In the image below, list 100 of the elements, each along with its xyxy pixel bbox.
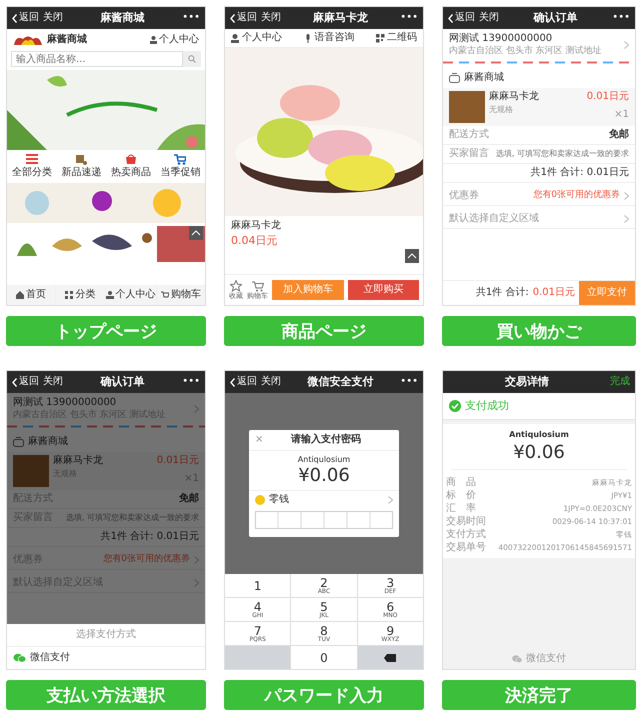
- status-text: 支付成功: [465, 399, 509, 413]
- payment-amount: ¥0.06: [249, 465, 399, 491]
- back-chevron-icon: [448, 14, 453, 22]
- close-link[interactable]: 关闭: [261, 12, 281, 24]
- back-link[interactable]: 返回: [448, 12, 475, 24]
- scroll-top-button[interactable]: [189, 226, 203, 240]
- item-quantity: ×1: [614, 108, 629, 121]
- category-item[interactable]: 当季促销: [160, 154, 200, 179]
- delivery-value: 免邮: [609, 128, 629, 141]
- address-contact: 网测试 13900000000: [13, 397, 118, 409]
- detail-label: 交易单号: [446, 542, 486, 554]
- category-item[interactable]: 热卖商品: [110, 154, 151, 179]
- chat-bubbles-icon: [512, 655, 522, 663]
- tab-bar-item[interactable]: 分类: [56, 285, 105, 305]
- person-icon: [150, 36, 157, 44]
- close-link[interactable]: 关闭: [261, 376, 281, 388]
- item-spec: 无规格: [489, 104, 514, 114]
- payment-method[interactable]: 零钱: [249, 490, 399, 509]
- delivery-value: 免邮: [179, 492, 199, 505]
- nav-title: 确认订单: [99, 375, 146, 389]
- grid-icon: [65, 291, 74, 299]
- chevron-right-icon: [624, 214, 629, 223]
- order-total: 共1件 合计: 0.01日元: [100, 530, 199, 543]
- user-center-link[interactable]: 个人中心: [150, 34, 199, 46]
- shop-icon: [13, 436, 24, 447]
- caption-label: 買い物かご: [442, 316, 636, 346]
- region-option: 默认选择自定义区域: [449, 212, 539, 225]
- payment-amount: ¥0.06: [451, 442, 627, 470]
- footer-text: 微信支付: [526, 653, 566, 665]
- item-price: 0.01日元: [586, 90, 629, 103]
- caption-label: 支払い方法選択: [6, 680, 206, 710]
- caption-label: トップページ: [6, 316, 206, 346]
- macaron-photo-placeholder: [449, 90, 485, 123]
- password-field[interactable]: [255, 510, 393, 529]
- done-link[interactable]: 完成: [610, 376, 630, 388]
- close-link[interactable]: 关闭: [43, 376, 63, 388]
- detail-label: 标 价: [446, 490, 476, 502]
- shop-name: 麻酱商城: [464, 72, 504, 84]
- back-chevron-icon: [12, 378, 17, 386]
- coupon-value: 您有0张可用的优惠券: [103, 554, 190, 566]
- basket-icon: [124, 154, 137, 165]
- scroll-top-button[interactable]: [405, 249, 419, 264]
- toolbar-link[interactable]: 二维码: [376, 32, 417, 44]
- cart-icon: [174, 154, 186, 165]
- more-button[interactable]: •••: [400, 376, 418, 388]
- person-icon: [231, 34, 240, 42]
- truck-icon: [75, 154, 88, 165]
- caption-label: 商品ページ: [224, 316, 424, 346]
- keypad-key[interactable]: 0: [291, 646, 357, 669]
- star-icon: [230, 280, 242, 292]
- close-link[interactable]: 关闭: [479, 12, 499, 24]
- shop-name: 麻酱商城: [28, 436, 68, 448]
- microphone-icon: [304, 34, 312, 42]
- back-chevron-icon: [230, 378, 235, 386]
- footer-summary: 共1件 合计:: [476, 287, 529, 299]
- chat-bubbles-icon: [13, 653, 26, 663]
- category-item[interactable]: 全部分类: [12, 154, 52, 179]
- detail-label: 汇 率: [446, 502, 476, 515]
- detail-label: 交易时间: [446, 516, 486, 528]
- nav-title: 微信安全支付: [306, 375, 375, 389]
- back-link[interactable]: 返回: [12, 12, 39, 24]
- search-field[interactable]: 输入商品名称...: [11, 51, 183, 67]
- chevron-right-icon: [624, 40, 629, 49]
- backspace-icon: [384, 654, 396, 662]
- toolbar-link[interactable]: 个人中心: [231, 32, 282, 44]
- buy-now-button[interactable]: 立即购买: [348, 280, 419, 300]
- back-chevron-icon: [230, 14, 235, 22]
- list-icon: [26, 154, 38, 165]
- more-button[interactable]: •••: [400, 12, 418, 24]
- detail-label: 商 品: [446, 476, 476, 489]
- cart-icon: [160, 291, 169, 299]
- logo-text: 麻酱商城: [47, 34, 87, 46]
- more-button[interactable]: •••: [182, 12, 200, 24]
- keypad-key[interactable]: 1: [225, 574, 290, 597]
- delete-key[interactable]: [358, 646, 423, 669]
- search-icon: [188, 55, 196, 63]
- payment-option[interactable]: 微信支付: [7, 647, 205, 669]
- more-button[interactable]: •••: [612, 12, 630, 24]
- tab-bar-item[interactable]: 个人中心: [106, 285, 156, 305]
- tab-bar-item[interactable]: 首页: [7, 285, 56, 305]
- coupon-value: 您有0张可用的优惠券: [533, 190, 620, 202]
- address-contact: 网测试 13900000000: [449, 33, 554, 45]
- back-link[interactable]: 返回: [230, 12, 257, 24]
- merchant-name: Antiqulosium: [508, 430, 570, 440]
- caption-label: 決済完了: [442, 680, 636, 710]
- cart-icon: [252, 280, 264, 292]
- back-link[interactable]: 返回: [12, 376, 39, 388]
- back-link[interactable]: 返回: [230, 376, 257, 388]
- macaron-photo-placeholder: [13, 454, 49, 487]
- sheet-title: 选择支付方式: [7, 624, 205, 647]
- chevron-right-icon: [194, 578, 199, 587]
- address-line: 内蒙古自治区 包头市 东河区 测试地址: [449, 46, 603, 57]
- nav-title: 确认订单: [532, 11, 579, 25]
- more-button[interactable]: •••: [182, 376, 200, 388]
- tab-bar-item[interactable]: 购物车: [156, 285, 205, 305]
- category-item[interactable]: 新品速递: [61, 154, 102, 179]
- close-link[interactable]: 关闭: [43, 12, 63, 24]
- message-field[interactable]: 选填, 可填写您和卖家达成一致的要求: [493, 149, 629, 159]
- toolbar-link[interactable]: 语音咨询: [304, 32, 354, 44]
- chevron-right-icon: [624, 192, 629, 200]
